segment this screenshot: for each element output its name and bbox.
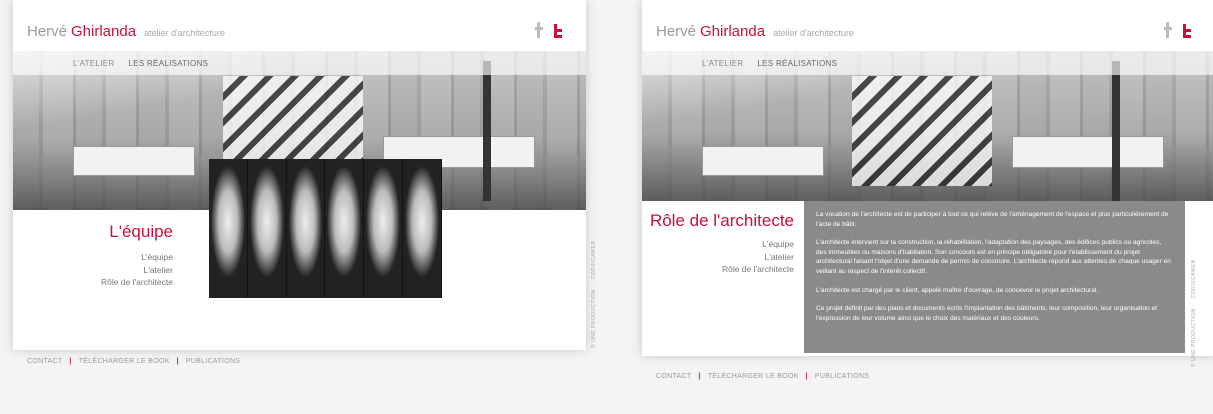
- team-portrait[interactable]: [364, 159, 404, 298]
- nav-item-atelier[interactable]: L'ATELIER: [73, 59, 114, 68]
- content-paragraph: La vocation de l'architecte est de parti…: [816, 211, 1169, 228]
- main-nav: L'ATELIER LES RÉALISATIONS: [642, 51, 1213, 75]
- footer-links: CONTACT | TÉLÉCHARGER LE BOOK | PUBLICAT…: [27, 358, 240, 365]
- content-text-box: La vocation de l'architecte est de parti…: [804, 201, 1185, 353]
- team-portrait[interactable]: [403, 159, 442, 298]
- brand-first-name: Hervé: [27, 23, 68, 40]
- brand-last-name: Ghirlanda: [700, 23, 766, 40]
- hero-desk: [702, 146, 824, 176]
- credit-right: CORSICAWEB: [591, 240, 597, 280]
- nav-item-atelier[interactable]: L'ATELIER: [702, 59, 743, 68]
- twitter-icon[interactable]: [1181, 24, 1191, 38]
- footer-contact-link[interactable]: CONTACT: [27, 358, 62, 365]
- hero-staircase: [852, 76, 992, 186]
- twitter-icon[interactable]: [552, 24, 562, 38]
- hero-desk: [1012, 136, 1164, 168]
- team-portrait[interactable]: [286, 159, 326, 298]
- page-title: Rôle de l'architecte: [649, 211, 794, 230]
- content-paragraph: Ce projet définit par des plans et docum…: [816, 305, 1158, 322]
- footer-book-link[interactable]: TÉLÉCHARGER LE BOOK: [79, 358, 170, 365]
- brand-first-name: Hervé: [656, 23, 697, 40]
- content-paragraph: L'architecte intervient sur la construct…: [816, 239, 1171, 275]
- submenu-item-equipe[interactable]: L'équipe: [722, 238, 794, 251]
- hero-pillar: [1112, 61, 1120, 201]
- team-portrait[interactable]: [247, 159, 287, 298]
- facebook-icon[interactable]: [1163, 22, 1173, 38]
- submenu-item-role[interactable]: Rôle de l'architecte: [722, 263, 794, 276]
- social-links: [534, 22, 562, 38]
- nav-item-realisations[interactable]: LES RÉALISATIONS: [757, 59, 837, 68]
- submenu-item-equipe[interactable]: L'équipe: [101, 251, 173, 264]
- team-portraits: [209, 159, 442, 298]
- footer-contact-link[interactable]: CONTACT: [656, 373, 691, 380]
- brand-last-name: Ghirlanda: [71, 23, 137, 40]
- submenu: L'équipe L'atelier Rôle de l'architecte: [101, 251, 173, 289]
- submenu-item-role[interactable]: Rôle de l'architecte: [101, 276, 173, 289]
- credit-right: CORSICAWEB: [1191, 259, 1197, 299]
- footer-separator: |: [176, 358, 179, 365]
- team-portrait[interactable]: [325, 159, 365, 298]
- hero-pillar: [483, 61, 491, 201]
- footer-separator: |: [698, 373, 701, 380]
- brand-tagline: atelier d'architecture: [773, 28, 854, 38]
- page-title: L'équipe: [109, 222, 173, 241]
- page-role-architecte: Hervé Ghirlanda atelier d'architecture L'A…: [642, 0, 1213, 356]
- hero-desk: [73, 146, 195, 176]
- brand-tagline: atelier d'architecture: [144, 28, 225, 38]
- footer-separator: |: [805, 373, 808, 380]
- footer-separator: |: [69, 358, 72, 365]
- footer-links: CONTACT | TÉLÉCHARGER LE BOOK | PUBLICAT…: [656, 373, 869, 380]
- credit-left: © UNE PRODUCTION: [591, 289, 597, 348]
- credit-text[interactable]: © UNE PRODUCTION CORSICAWEB: [591, 240, 597, 348]
- nav-item-realisations[interactable]: LES RÉALISATIONS: [128, 59, 208, 68]
- facebook-icon[interactable]: [534, 22, 544, 38]
- credit-text[interactable]: © UNE PRODUCTION CORSICAWEB: [1191, 259, 1197, 367]
- team-portrait[interactable]: [209, 159, 248, 298]
- credit-left: © UNE PRODUCTION: [1191, 308, 1197, 367]
- footer-publications-link[interactable]: PUBLICATIONS: [815, 373, 869, 380]
- submenu: L'équipe L'atelier Rôle de l'architecte: [722, 238, 794, 276]
- submenu-item-atelier[interactable]: L'atelier: [101, 264, 173, 277]
- page-equipe: Hervé Ghirlanda atelier d'architecture L'A…: [13, 0, 586, 350]
- content-paragraph: L'architecte est chargé par le client, a…: [816, 286, 1099, 294]
- brand-logo[interactable]: Hervé Ghirlanda atelier d'architecture: [656, 23, 854, 40]
- brand-logo[interactable]: Hervé Ghirlanda atelier d'architecture: [27, 23, 225, 40]
- footer-publications-link[interactable]: PUBLICATIONS: [186, 358, 240, 365]
- footer-book-link[interactable]: TÉLÉCHARGER LE BOOK: [708, 373, 799, 380]
- submenu-item-atelier[interactable]: L'atelier: [722, 251, 794, 264]
- social-links: [1163, 22, 1191, 38]
- main-nav: L'ATELIER LES RÉALISATIONS: [13, 51, 586, 75]
